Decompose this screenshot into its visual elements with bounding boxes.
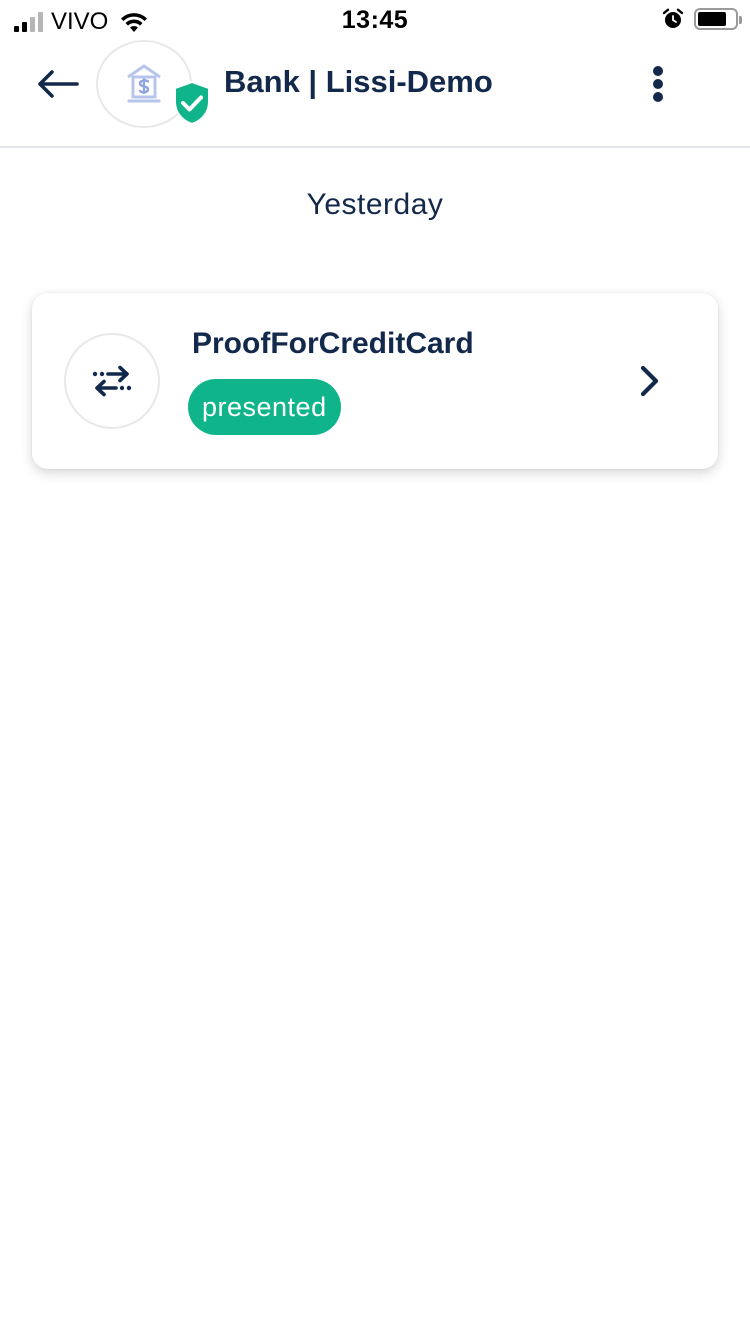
chevron-right-svg [640, 365, 659, 397]
alarm-icon [662, 8, 684, 28]
status-badge: presented [188, 379, 341, 435]
back-button[interactable] [30, 60, 84, 108]
battery-icon [694, 8, 742, 30]
header-title: Bank | Lissi-Demo [224, 64, 493, 99]
bank-icon [127, 64, 161, 103]
section-title: Yesterday [306, 188, 444, 221]
status-time: 13:45 [341, 6, 409, 34]
card-icon-circle [64, 333, 160, 429]
status-bar: VIVO 13:45 [0, 0, 750, 40]
more-dot [653, 79, 663, 89]
arrow-left-icon [38, 70, 79, 98]
chevron-right-icon[interactable] [632, 361, 668, 401]
more-dot [653, 66, 663, 76]
more-options-button[interactable] [640, 62, 676, 106]
status-right [662, 8, 742, 30]
exchange-arrows-icon [92, 365, 132, 397]
app-header: Bank | Lissi-Demo [0, 40, 750, 148]
item-title: ProofForCreditCard [192, 327, 474, 360]
more-dot [653, 92, 663, 102]
list-item[interactable]: ProofForCreditCard presented [32, 293, 718, 469]
shield-check-icon [174, 80, 210, 126]
